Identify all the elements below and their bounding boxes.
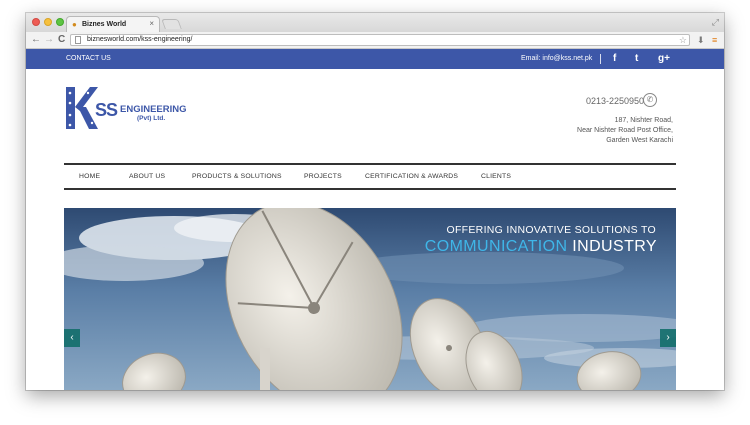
slider-headline: COMMUNICATION INDUSTRY: [425, 237, 657, 256]
phone-icon: ✆: [643, 93, 657, 107]
contact-us-link[interactable]: CONTACT US: [66, 55, 111, 63]
logo-k-mark: [66, 87, 98, 129]
google-plus-icon[interactable]: g+: [658, 52, 670, 65]
zoom-window-button[interactable]: [56, 18, 64, 26]
nav-certification-awards[interactable]: CERTIFICATION & AWARDS: [365, 173, 458, 181]
facebook-icon[interactable]: f: [613, 52, 616, 65]
fullscreen-icon[interactable]: ⤢: [712, 17, 719, 27]
nav-clients[interactable]: CLIENTS: [481, 173, 511, 181]
slider-tagline: OFFERING INNOVATIVE SOLUTIONS TO: [446, 224, 656, 236]
phone-number[interactable]: 0213-2250950: [586, 96, 644, 107]
logo-ss-text: SS: [95, 100, 118, 120]
reload-button[interactable]: C: [58, 34, 65, 46]
hero-slider[interactable]: OFFERING INNOVATIVE SOLUTIONS TO COMMUNI…: [64, 208, 676, 390]
favicon-icon: ●: [72, 20, 77, 29]
slider-next-button[interactable]: ›: [660, 329, 676, 347]
url-text[interactable]: biznesworld.com/kss-engineering/: [87, 35, 192, 45]
twitter-icon[interactable]: t: [635, 52, 638, 65]
browser-window: ● Biznes World × ⤢ ← → C biznesworld.com…: [26, 13, 724, 390]
logo-pvt-text: (Pvt) Ltd.: [137, 115, 166, 122]
site-top-bar: CONTACT US Email: info@kss.net.pk f t g+: [26, 49, 724, 69]
slider-prev-button[interactable]: ‹: [64, 329, 80, 347]
nav-top-rule: [64, 163, 676, 165]
email-link[interactable]: Email: info@kss.net.pk: [521, 55, 592, 63]
extension-icon[interactable]: ⬇: [697, 34, 705, 46]
minimize-window-button[interactable]: [44, 18, 52, 26]
nav-home[interactable]: HOME: [79, 173, 100, 181]
forward-button[interactable]: →: [44, 34, 54, 46]
tab-close-icon[interactable]: ×: [149, 19, 154, 28]
address-line-1: 187, Nishter Road,: [614, 117, 673, 124]
tab-title: Biznes World: [82, 21, 127, 28]
back-button[interactable]: ←: [31, 34, 41, 46]
new-tab-button[interactable]: [161, 19, 182, 29]
close-window-button[interactable]: [32, 18, 40, 26]
nav-bottom-rule: [64, 188, 676, 190]
window-controls: [32, 18, 64, 26]
logo-engineering-text: ENGINEERING: [120, 104, 187, 115]
nav-products-solutions[interactable]: PRODUCTS & SOLUTIONS: [192, 173, 282, 181]
bookmark-star-icon[interactable]: ☆: [679, 35, 687, 45]
tab-bar: ● Biznes World × ⤢: [26, 13, 724, 32]
browser-tab[interactable]: ● Biznes World ×: [66, 16, 160, 32]
address-line-3: Garden West Karachi: [606, 137, 673, 144]
page-icon: [75, 36, 81, 44]
nav-projects[interactable]: PROJECTS: [304, 173, 342, 181]
kss-logo[interactable]: SS ENGINEERING (Pvt) Ltd.: [64, 85, 189, 137]
web-page: CONTACT US Email: info@kss.net.pk f t g+…: [26, 49, 724, 390]
nav-about-us[interactable]: ABOUT US: [129, 173, 165, 181]
slider-headline-highlight: COMMUNICATION: [424, 238, 568, 255]
slider-headline-rest: INDUSTRY: [567, 238, 657, 255]
browser-toolbar: ← → C biznesworld.com/kss-engineering/ ☆…: [26, 32, 724, 49]
topbar-divider: [600, 54, 601, 64]
browser-menu-icon[interactable]: ≡: [712, 34, 717, 46]
address-line-2: Near Nishter Road Post Office,: [577, 127, 673, 134]
address-bar[interactable]: biznesworld.com/kss-engineering/ ☆: [70, 34, 690, 46]
